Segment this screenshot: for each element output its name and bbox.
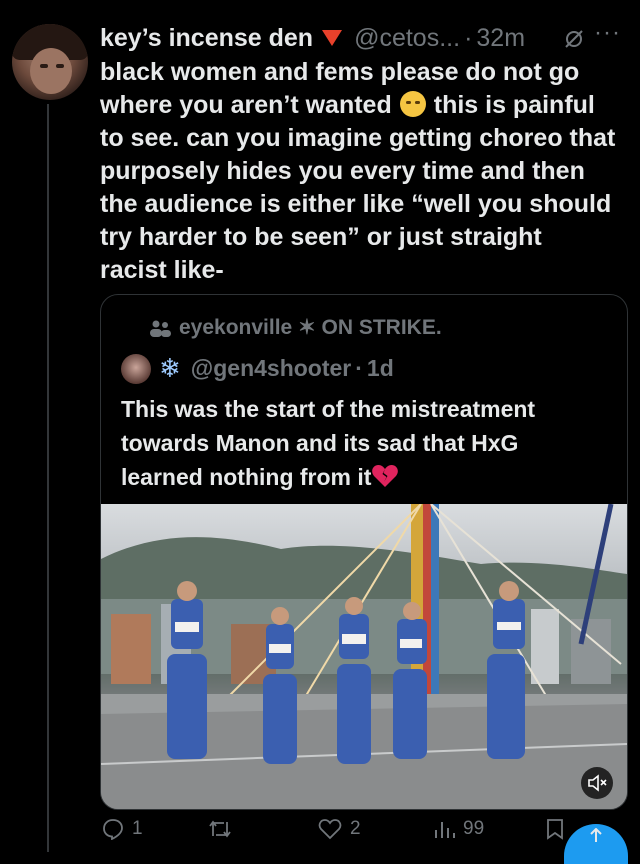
tweet-text-line: try harder to be seen” or just straight xyxy=(100,223,542,251)
tweet-text: black women and fems please do not go wh… xyxy=(100,56,632,287)
retweet-context-label[interactable]: eyekonville ✶ ON STRIKE. xyxy=(179,315,442,340)
video-media[interactable] xyxy=(101,504,627,809)
tweet-text-fragment: this is painful xyxy=(433,91,595,119)
handle[interactable]: @cetos... xyxy=(354,24,460,53)
tweet-text-line: purposely hides you every time and then xyxy=(100,157,585,185)
retweet-icon xyxy=(209,820,231,838)
views-bar-chart-icon xyxy=(435,822,455,838)
tweet-text-fragment: where you aren’t wanted xyxy=(100,91,392,119)
quoted-handle[interactable]: @gen4shooter xyxy=(191,355,351,382)
quoted-text-line: towards Manon and its sad that HxG xyxy=(121,430,519,456)
avatar[interactable] xyxy=(12,24,88,100)
quoted-header: ❄ @gen4shooter · 1d xyxy=(121,353,394,384)
quoted-text: This was the start of the mistreatment t… xyxy=(121,392,611,494)
like-count: 2 xyxy=(350,818,361,839)
bookmark-icon xyxy=(547,819,563,840)
snowflake-icon: ❄ xyxy=(159,353,181,383)
more-dots-icon[interactable]: ··· xyxy=(594,21,622,48)
reply-count: 1 xyxy=(132,818,143,839)
retweet-context: eyekonville ✶ ON STRIKE. xyxy=(149,315,442,340)
views-button[interactable]: 99 xyxy=(433,818,484,840)
avatar-eye-right xyxy=(56,64,64,68)
reply-icon xyxy=(103,819,123,840)
quoted-text-line: learned nothing from it xyxy=(121,460,611,494)
like-button[interactable]: 2 xyxy=(318,818,361,840)
thread-connector-line xyxy=(47,104,49,852)
muted-bell-icon[interactable] xyxy=(563,28,585,50)
action-bar: 1 2 99 xyxy=(100,812,640,852)
heart-outline-icon xyxy=(318,819,342,840)
tweet-text-line: where you aren’t wanted this is painful xyxy=(100,89,632,122)
retweet-button[interactable] xyxy=(208,818,240,840)
bookmark-button[interactable] xyxy=(546,818,572,840)
tweet-text-line: racist like- xyxy=(100,256,224,284)
quoted-timestamp[interactable]: 1d xyxy=(367,355,394,382)
tweet-text-line: black women and fems please do not go xyxy=(100,58,580,86)
quoted-tweet[interactable]: eyekonville ✶ ON STRIKE. ❄ @gen4shooter … xyxy=(100,294,628,810)
time-separator: · xyxy=(464,23,473,52)
speaker-muted-icon[interactable] xyxy=(581,767,613,799)
broken-heart-icon xyxy=(372,465,399,487)
red-triangle-icon xyxy=(322,30,343,46)
avatar-eye-left xyxy=(40,64,48,68)
video-frame-illustration xyxy=(101,504,627,809)
tweet-text-line: the audience is either like “well you sh… xyxy=(100,190,612,218)
share-icon xyxy=(590,828,602,842)
views-count: 99 xyxy=(463,818,485,839)
quoted-avatar[interactable] xyxy=(121,353,151,384)
crying-face-icon xyxy=(399,91,426,117)
avatar-face xyxy=(30,48,72,94)
people-icon xyxy=(150,320,171,337)
tweet-header: key’s incense den @cetos... · 32m xyxy=(100,20,525,56)
display-name[interactable]: key’s incense den xyxy=(100,24,313,53)
quoted-time-separator: · xyxy=(355,355,363,381)
reply-button[interactable]: 1 xyxy=(102,818,143,840)
tweet-text-line: to see. can you imagine getting choreo t… xyxy=(100,124,616,152)
quoted-text-line: This was the start of the mistreatment xyxy=(121,396,536,422)
timestamp[interactable]: 32m xyxy=(476,24,525,53)
quoted-text-fragment: learned nothing from it xyxy=(121,464,372,490)
